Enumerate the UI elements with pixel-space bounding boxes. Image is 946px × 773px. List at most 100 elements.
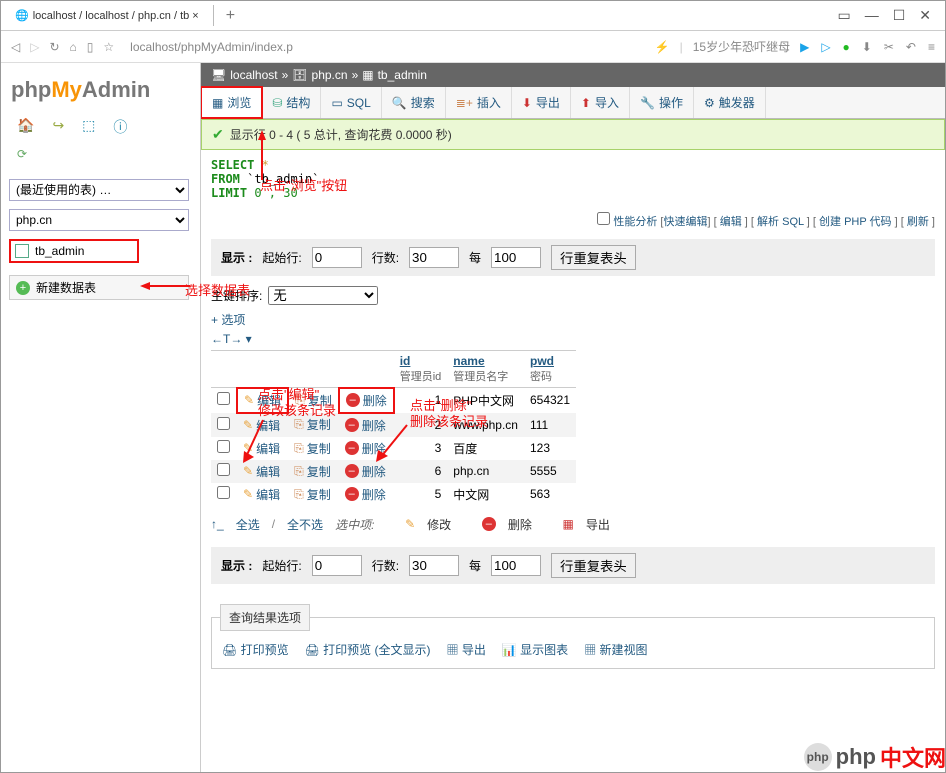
cell-pwd: 111: [524, 413, 576, 437]
play-icon[interactable]: ▷: [821, 40, 830, 54]
inline-edit-link[interactable]: 快速编辑: [663, 216, 707, 228]
breadcrumb: 🖥 localhost » 🗄 php.cn » ▦ tb_admin: [201, 63, 945, 87]
pk-sort-select[interactable]: 无: [268, 286, 378, 305]
headline[interactable]: 15岁少年恐吓继母: [693, 38, 790, 55]
export-icon: ▦: [563, 517, 574, 531]
undo-icon[interactable]: ↶: [906, 40, 916, 54]
back-icon[interactable]: ◁: [11, 40, 20, 54]
flash-icon[interactable]: ⚡: [655, 40, 670, 54]
reload-icon[interactable]: ↻: [49, 40, 59, 54]
refresh-link[interactable]: 刷新: [907, 216, 929, 228]
tab-insert[interactable]: ≣+插入: [446, 87, 512, 118]
tab-import[interactable]: ⬆导入: [571, 87, 630, 118]
select-all-link[interactable]: 全选: [236, 516, 260, 533]
pencil-icon: ✎: [405, 517, 415, 531]
table-tb-admin[interactable]: tb_admin: [9, 239, 139, 263]
tab-export[interactable]: ⬇导出: [512, 87, 571, 118]
edit-link[interactable]: 编辑: [720, 216, 742, 228]
row-checkbox[interactable]: [217, 417, 230, 430]
php-link[interactable]: 创建 PHP 代码: [819, 216, 892, 228]
tab-structure[interactable]: ⛁结构: [262, 87, 321, 118]
repeat-header-button[interactable]: 行重复表头: [551, 245, 636, 270]
gear-icon: 🔧: [640, 96, 655, 110]
maximize-icon[interactable]: ☐: [893, 7, 906, 24]
forward-icon[interactable]: ▷: [30, 40, 39, 54]
bulk-modify-link[interactable]: 修改: [427, 516, 451, 533]
explain-link[interactable]: 解析 SQL: [757, 216, 804, 228]
tab-browse[interactable]: ▦浏览: [201, 86, 263, 119]
bookmark-icon[interactable]: ▯: [87, 40, 94, 54]
logo: phpMyAdmin: [1, 73, 200, 113]
show-chart-link[interactable]: 显示图表: [520, 643, 568, 657]
star-icon[interactable]: ☆: [103, 40, 114, 54]
arrow-icon: [255, 130, 269, 180]
layout-toggle[interactable]: ←T→ ▾: [201, 330, 945, 348]
copy-row-link[interactable]: ⎘ 复制: [294, 463, 331, 480]
unselect-all-link[interactable]: 全不选: [287, 516, 323, 533]
scissors-icon[interactable]: ✂: [884, 40, 894, 54]
tabs-bar: ▦浏览 ⛁结构 ▭SQL 🔍搜索 ≣+插入 ⬇导出 ⬆导入 🔧操作 ⚙触发器: [201, 87, 945, 119]
annotation-browse: 点击"浏览"按钮: [260, 175, 347, 194]
copy-row-link[interactable]: ⎘ 复制: [294, 486, 331, 503]
menu-icon[interactable]: ≡: [928, 40, 935, 54]
reload-icon[interactable]: ⟳: [17, 147, 27, 161]
wechat-icon[interactable]: ●: [843, 40, 850, 54]
edit-row-link[interactable]: ✎ 编辑: [243, 486, 280, 503]
database-select[interactable]: php.cn: [9, 209, 189, 231]
url-bar[interactable]: localhost/phpMyAdmin/index.p: [124, 40, 644, 54]
rows-input-b[interactable]: [409, 555, 459, 576]
print-full-link[interactable]: 打印预览 (全文显示): [323, 643, 430, 657]
export-link[interactable]: 导出: [462, 643, 486, 657]
structure-icon: ⛁: [272, 96, 282, 110]
table-icon: ▦: [362, 68, 373, 82]
home-icon[interactable]: 🏠: [17, 117, 34, 137]
tab-operations[interactable]: 🔧操作: [630, 87, 694, 118]
per-input[interactable]: [491, 247, 541, 268]
results-panel: 查询结果选项 🖨 打印预览 🖨 打印预览 (全文显示) ▦ 导出 📊 显示图表 …: [211, 604, 935, 669]
delete-row-link[interactable]: – 删除: [346, 392, 387, 409]
print-preview-link[interactable]: 打印预览: [241, 643, 289, 657]
bulk-export-link[interactable]: 导出: [586, 516, 610, 533]
rows-input[interactable]: [409, 247, 459, 268]
browse-icon: ▦: [212, 96, 223, 110]
recent-tables-select[interactable]: (最近使用的表) …: [9, 179, 189, 201]
tab-triggers[interactable]: ⚙触发器: [694, 87, 766, 118]
repeat-header-button-b[interactable]: 行重复表头: [551, 553, 636, 578]
delete-row-link[interactable]: – 删除: [345, 486, 386, 503]
row-checkbox[interactable]: [217, 440, 230, 453]
minimize-icon[interactable]: —: [865, 7, 879, 24]
breadcrumb-db[interactable]: php.cn: [312, 68, 348, 82]
bulk-actions: ↑_ 全选 / 全不选 选中项: ✎ 修改 – 删除 ▦ 导出: [201, 508, 945, 541]
close-icon[interactable]: ✕: [919, 7, 931, 24]
breadcrumb-table[interactable]: tb_admin: [378, 68, 427, 82]
new-tab-button[interactable]: +: [214, 3, 247, 29]
start-row-input[interactable]: [312, 247, 362, 268]
copy-row-link[interactable]: ⎘ 复制: [294, 440, 331, 457]
per-input-b[interactable]: [491, 555, 541, 576]
browser-tab[interactable]: 🌐 localhost / localhost / php.cn / tb ×: [1, 5, 214, 26]
annotation-select-table: 选择数据表: [185, 280, 250, 299]
row-checkbox[interactable]: [217, 392, 230, 405]
plus-icon: +: [16, 281, 30, 295]
col-id: id管理员id: [394, 351, 448, 388]
widget-icon[interactable]: ▭: [837, 7, 850, 24]
delete-row-link[interactable]: – 删除: [345, 463, 386, 480]
download-icon[interactable]: ▶: [800, 40, 809, 54]
bulk-delete-link[interactable]: 删除: [508, 516, 532, 533]
tab-search[interactable]: 🔍搜索: [382, 87, 446, 118]
row-checkbox[interactable]: [217, 486, 230, 499]
tab-sql[interactable]: ▭SQL: [321, 87, 381, 118]
sql-icon[interactable]: ⬚: [82, 117, 95, 137]
breadcrumb-host[interactable]: localhost: [230, 68, 277, 82]
profiling-checkbox[interactable]: [597, 212, 610, 225]
help-icon[interactable]: ⓘ: [113, 117, 127, 137]
row-checkbox[interactable]: [217, 463, 230, 476]
edit-row-link[interactable]: ✎ 编辑: [243, 463, 280, 480]
cell-name: php.cn: [447, 460, 524, 483]
start-row-input-b[interactable]: [312, 555, 362, 576]
home-icon[interactable]: ⌂: [70, 40, 77, 54]
create-view-link[interactable]: 新建视图: [600, 643, 648, 657]
arrow-down-icon[interactable]: ⬇: [862, 40, 872, 54]
exit-icon[interactable]: ↪: [52, 117, 64, 137]
options-link[interactable]: + 选项: [201, 309, 945, 330]
